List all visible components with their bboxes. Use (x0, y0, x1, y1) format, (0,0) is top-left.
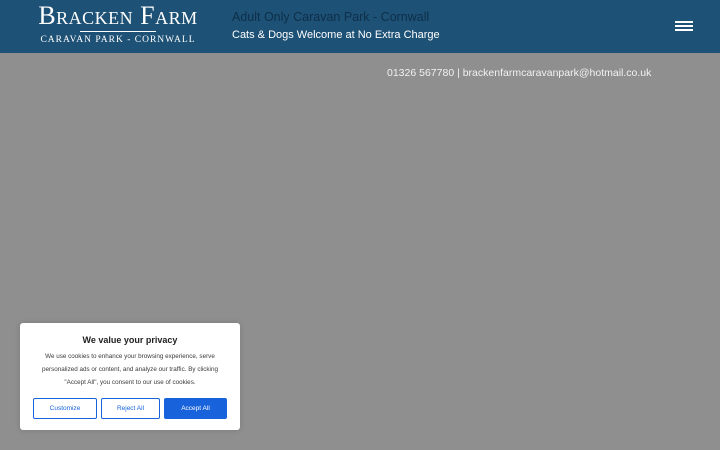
page: Bracken Farm CARAVAN PARK - CORNWALL Adu… (0, 0, 720, 450)
menu-bar (675, 25, 693, 27)
cookie-consent-banner: We value your privacy We use cookies to … (20, 323, 240, 430)
logo-title: Bracken Farm (38, 1, 198, 30)
site-logo[interactable]: Bracken Farm CARAVAN PARK - CORNWALL (22, 2, 214, 46)
cookie-title: We value your privacy (82, 335, 178, 345)
logo-divider (80, 31, 156, 32)
tagline-secondary: Cats & Dogs Welcome at No Extra Charge (232, 29, 440, 41)
menu-bar (675, 21, 693, 23)
phone-link[interactable]: 01326 567780 (387, 67, 454, 79)
cookie-description: We use cookies to enhance your browsing … (42, 353, 218, 386)
contact-separator: | (454, 67, 463, 79)
hamburger-menu-icon[interactable] (672, 16, 698, 36)
customize-button[interactable]: Customize (33, 398, 97, 419)
accept-all-button[interactable]: Accept All (164, 398, 227, 419)
reject-all-button[interactable]: Reject All (101, 398, 160, 419)
email-link[interactable]: brackenfarmcaravanpark@hotmail.co.uk (463, 67, 652, 79)
logo-subtitle: CARAVAN PARK - CORNWALL (40, 35, 196, 45)
tagline-primary: Adult Only Caravan Park - Cornwall (232, 10, 430, 24)
contact-info: 01326 567780 | brackenfarmcaravanpark@ho… (387, 67, 651, 80)
menu-bar (675, 29, 693, 31)
site-header: Bracken Farm CARAVAN PARK - CORNWALL Adu… (0, 0, 720, 53)
